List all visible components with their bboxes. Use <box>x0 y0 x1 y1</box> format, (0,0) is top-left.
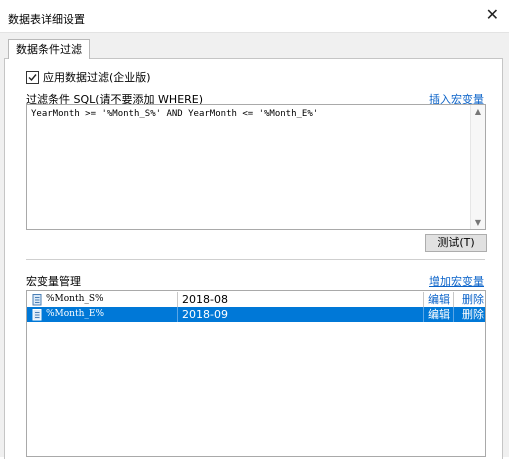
delete-macro-link[interactable]: 删除 <box>453 307 485 322</box>
delete-macro-link[interactable]: 删除 <box>453 292 485 307</box>
close-icon[interactable]: ✕ <box>486 7 499 23</box>
macro-name: %Month_E% <box>46 309 105 319</box>
window-title: 数据表详细设置 <box>8 13 85 26</box>
apply-filter-checkbox-row[interactable]: 应用数据过滤(企业版) <box>26 70 151 84</box>
sql-editor[interactable]: YearMonth >= '%Month_S%' AND YearMonth <… <box>26 104 486 230</box>
sql-text[interactable]: YearMonth >= '%Month_S%' AND YearMonth <… <box>31 109 318 119</box>
macro-name: %Month_S% <box>46 294 104 304</box>
apply-filter-label: 应用数据过滤(企业版) <box>43 71 151 84</box>
edit-macro-link[interactable]: 编辑 <box>423 292 453 307</box>
document-icon <box>30 307 42 322</box>
scroll-down-icon[interactable]: ▼ <box>471 218 485 227</box>
table-row-selected[interactable]: %Month_E% 2018-09 编辑 删除 <box>27 307 485 322</box>
scroll-up-icon[interactable]: ▲ <box>471 107 485 116</box>
title-bar: 数据表详细设置 ✕ <box>0 0 509 32</box>
macro-value[interactable]: 2018-09 <box>177 307 422 322</box>
checkmark-icon <box>28 73 37 81</box>
document-icon <box>30 292 42 307</box>
section-divider <box>26 259 485 260</box>
macro-value[interactable]: 2018-08 <box>177 292 422 307</box>
macro-section-label: 宏变量管理 <box>26 275 81 288</box>
table-row[interactable]: %Month_S% 2018-08 编辑 删除 <box>27 292 485 307</box>
test-button[interactable]: 测试(T) <box>425 234 487 252</box>
edit-macro-link[interactable]: 编辑 <box>423 307 453 322</box>
sql-vertical-scrollbar[interactable]: ▲ ▼ <box>470 105 485 229</box>
tab-data-filter[interactable]: 数据条件过滤 <box>8 39 90 59</box>
macro-grid[interactable]: %Month_S% 2018-08 编辑 删除 %Month_E% 2018-0… <box>26 290 486 457</box>
add-macro-link[interactable]: 增加宏变量 <box>429 273 484 289</box>
apply-filter-checkbox[interactable] <box>26 70 39 84</box>
